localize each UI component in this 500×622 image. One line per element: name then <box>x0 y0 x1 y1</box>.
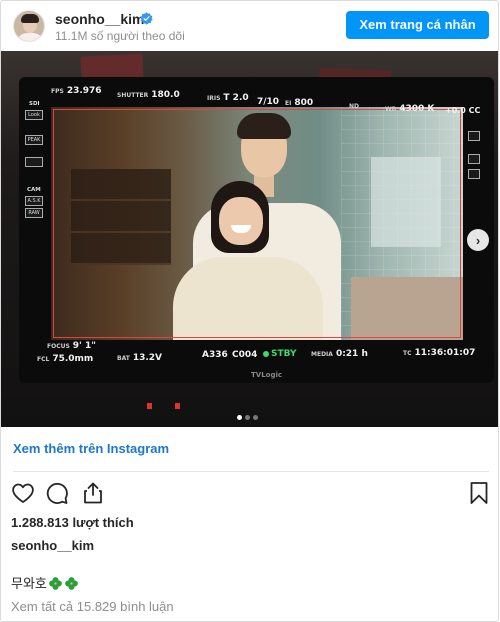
share-icon[interactable] <box>81 481 105 505</box>
carousel-dot <box>245 415 250 420</box>
caption-username[interactable]: seonho__kim <box>11 538 94 553</box>
hud-focus: FOCUS 9' 1" <box>47 341 96 351</box>
hud-bat: BAT 13.2V <box>117 353 163 363</box>
chevron-right-icon: › <box>475 232 481 248</box>
record-status-icon <box>263 350 269 357</box>
carousel-dots <box>237 407 261 420</box>
divider <box>13 471 489 472</box>
carousel-next-button[interactable]: › <box>467 229 489 251</box>
clover-icon <box>49 577 62 590</box>
carousel-dot <box>253 415 258 420</box>
post-media[interactable]: FPS 23.976 SHUTTER 180.0 IRIS T 2.0 7/10 EI… <box>1 51 498 427</box>
indicator-led <box>175 403 180 409</box>
hud-cam: CAM <box>27 187 41 193</box>
verified-badge-icon <box>140 12 153 25</box>
instagram-embed-card: seonho__kim 11.1M số người theo dõi Xem … <box>0 0 499 622</box>
hud-status: STBY <box>263 349 297 359</box>
hud-card: C004 <box>232 350 258 360</box>
hud-shutter: SHUTTER 180.0 <box>117 90 180 100</box>
view-more-on-instagram-link[interactable]: Xem thêm trên Instagram <box>13 441 169 456</box>
post-caption: 무와호 <box>11 573 79 592</box>
view-all-comments-link[interactable]: Xem tất cả 15.829 bình luận <box>11 599 174 614</box>
follower-count: 11.1M số người theo dõi <box>55 29 185 43</box>
post-header: seonho__kim 11.1M số người theo dõi Xem … <box>1 1 498 51</box>
hud-cc: +0.0 CC <box>445 106 481 115</box>
hud-box <box>25 157 43 167</box>
header-username[interactable]: seonho__kim <box>55 11 144 27</box>
hud-right-box <box>468 169 480 179</box>
hud-iris-fraction: 7/10 <box>257 97 280 107</box>
hud-wb: WB 4300 K <box>385 104 435 114</box>
hud-peak: PEAK <box>25 135 43 145</box>
caption-text: 무와호 <box>11 576 47 591</box>
hud-nd: ND <box>349 103 360 110</box>
monitor-brand: TVLogic <box>251 371 283 379</box>
hud-fps: FPS 23.976 <box>51 86 102 96</box>
hud-right-box <box>468 131 480 141</box>
hud-fcl: FCL 75.0mm <box>37 354 94 364</box>
hud-sdi: SDI <box>29 101 40 107</box>
heart-icon[interactable] <box>11 481 35 505</box>
comment-icon[interactable] <box>45 481 69 505</box>
hud-ei: EI 800 <box>285 98 314 108</box>
hud-raw: RAW <box>25 208 43 218</box>
view-profile-button[interactable]: Xem trang cá nhân <box>346 11 489 39</box>
hud-look: Look <box>25 110 43 120</box>
bookmark-icon[interactable] <box>467 481 491 505</box>
hud-timecode: TC 11:36:01:07 <box>403 348 476 358</box>
indicator-led <box>147 403 152 409</box>
hud-right-box <box>468 154 480 164</box>
hud-ask: A.S.K <box>25 196 43 206</box>
clover-icon <box>65 577 78 590</box>
avatar[interactable] <box>13 10 45 42</box>
like-count[interactable]: 1.288.813 lượt thích <box>11 515 134 530</box>
monitor-screen <box>51 107 463 340</box>
carousel-dot-active <box>237 415 242 420</box>
hud-iris: IRIS T 2.0 <box>207 93 249 103</box>
hud-media: MEDIA 0:21 h <box>311 349 368 359</box>
hud-clip: A336 <box>202 350 228 360</box>
